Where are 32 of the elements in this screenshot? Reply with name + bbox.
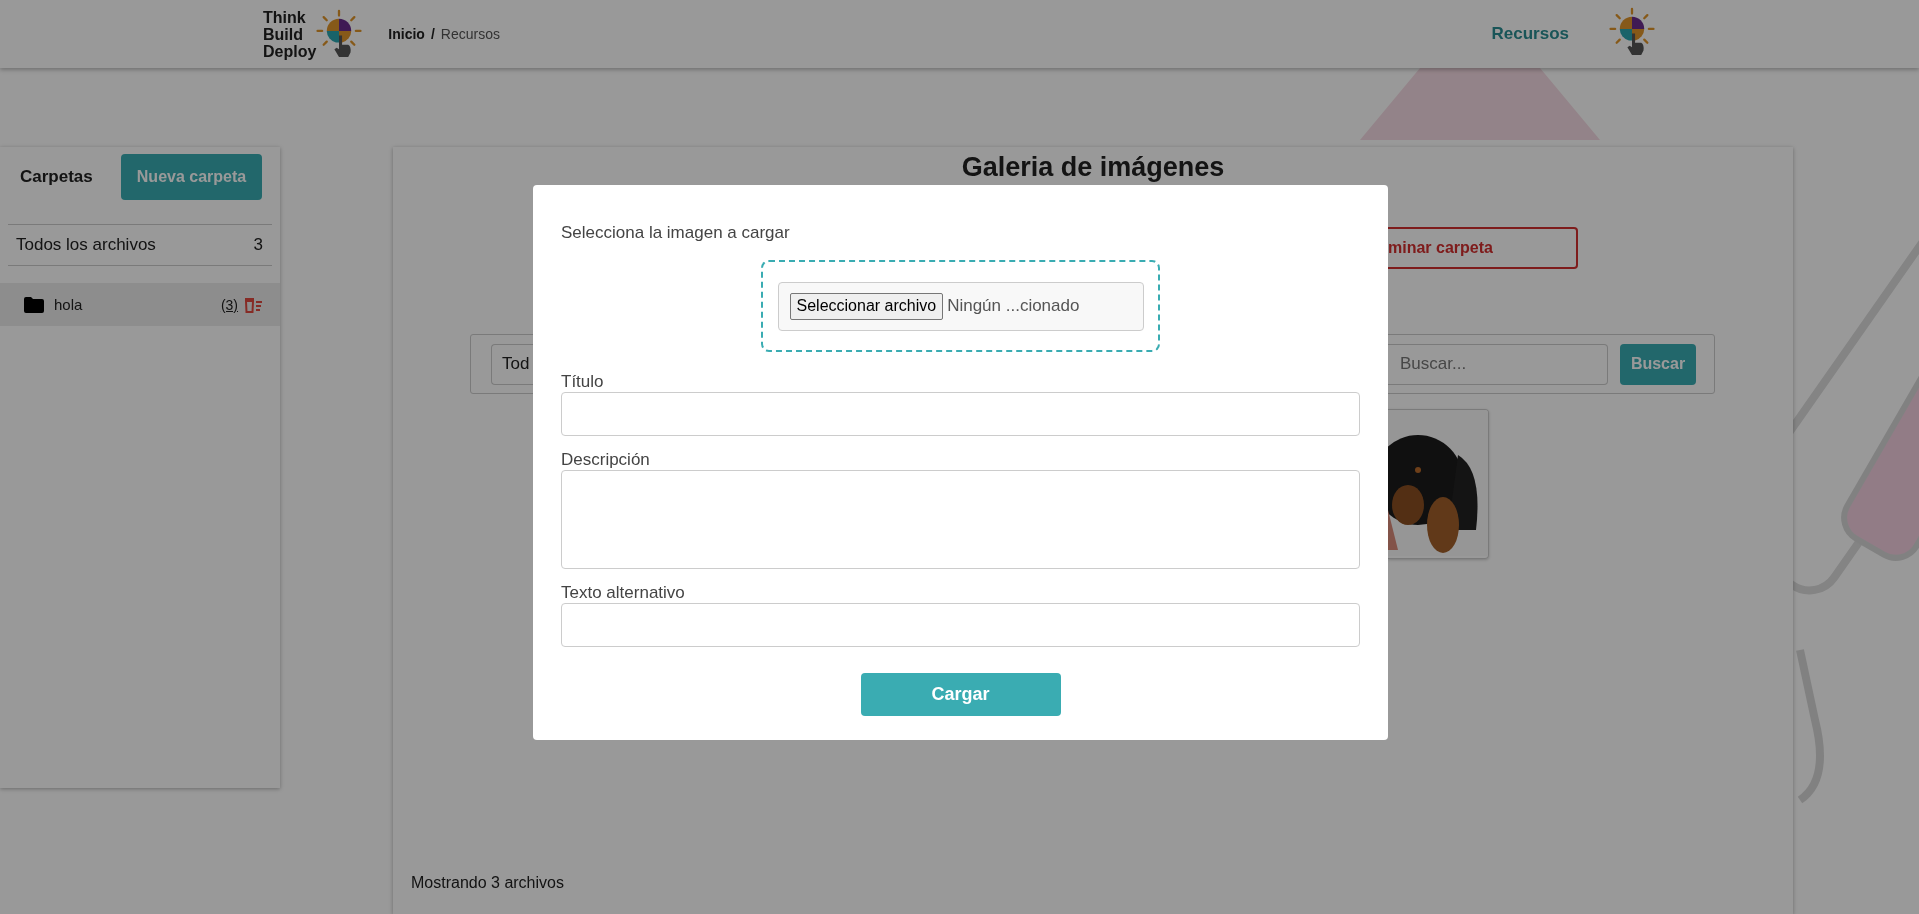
logo-text: Build (263, 26, 304, 43)
input-field[interactable] (561, 392, 1360, 436)
search-field[interactable]: Buscar... (1388, 343, 1608, 385)
nav-link[interactable]: Recursos (1491, 24, 1569, 44)
input-field[interactable] (561, 603, 1360, 647)
breadcrumb-link[interactable]: Recursos (440, 26, 500, 42)
field-label: Texto alternativo (561, 583, 686, 603)
avatar-icon (1609, 6, 1655, 58)
folder-count: (3) (220, 296, 238, 313)
upload-prompt: Selecciona la imagen a cargar (561, 223, 791, 243)
folder-icon (24, 296, 44, 313)
text-area-field[interactable] (561, 470, 1360, 569)
logo-icon (316, 8, 363, 60)
page-title: Galeria de imágenes (960, 151, 1226, 184)
logo-text: Think (263, 9, 307, 26)
folder-name: hola (54, 296, 83, 313)
item-count: 3 (253, 235, 263, 255)
all-files-item[interactable]: Todos los archivos 3 (8, 224, 272, 266)
file-input[interactable]: Seleccionar archivo Ningún ...cionado (777, 281, 1144, 331)
field-label: Título (561, 372, 605, 392)
file-status: Ningún ...cionado (947, 296, 1080, 316)
field-label: Descripción (561, 450, 651, 470)
folder-item[interactable]: hola (3) (0, 283, 280, 326)
breadcrumb-link[interactable]: Inicio (388, 26, 425, 42)
delete-folder-button[interactable]: minar carpeta (1388, 227, 1578, 269)
trash-icon[interactable] (244, 296, 262, 313)
choose-file-button[interactable]: Seleccionar archivo (789, 292, 944, 320)
logo-text: Deploy (263, 43, 317, 60)
file-count-text: Mostrando 3 archivos (411, 874, 564, 892)
item-label: Todos los archivos (16, 235, 156, 255)
breadcrumb-separator: / (430, 26, 435, 42)
panel-title: Carpetas (20, 167, 93, 187)
